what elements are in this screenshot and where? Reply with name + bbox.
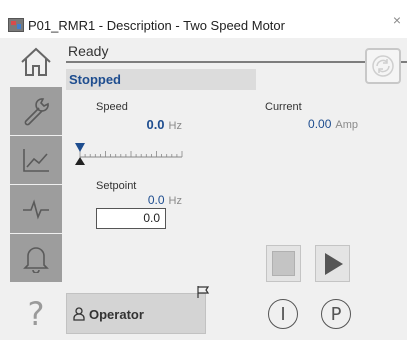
tab-diagnostics[interactable] xyxy=(10,185,62,233)
trend-icon xyxy=(23,149,49,172)
refresh-button[interactable] xyxy=(365,48,401,84)
speed-readout: 0.0 Hz xyxy=(110,117,182,132)
sidebar: ? xyxy=(10,38,62,340)
permissive-icon: P xyxy=(330,303,342,325)
help-icon: ? xyxy=(27,295,45,333)
current-label: Current xyxy=(265,101,302,113)
status-divider xyxy=(66,61,407,63)
speed-label: Speed xyxy=(96,101,128,113)
flag-icon xyxy=(197,286,210,298)
setpoint-readout: 0.0 Hz xyxy=(110,193,182,207)
title-bar: P01_RMR1 - Description - Two Speed Motor… xyxy=(0,0,407,38)
app-icon xyxy=(8,18,24,32)
pulse-icon xyxy=(23,199,49,220)
home-icon xyxy=(21,47,51,76)
tab-home[interactable] xyxy=(10,38,62,86)
close-button[interactable]: × xyxy=(393,12,401,28)
wrench-icon xyxy=(24,98,49,126)
scale-ticks xyxy=(79,151,183,158)
motor-state: Stopped xyxy=(69,72,121,87)
speed-unit: Hz xyxy=(168,120,182,132)
tab-maintenance[interactable] xyxy=(10,87,62,135)
operator-button[interactable]: Operator xyxy=(66,293,206,334)
motor-state-bar: Stopped xyxy=(66,69,256,90)
tab-trends[interactable] xyxy=(10,136,62,184)
play-icon xyxy=(324,252,343,275)
speed-pointer-top xyxy=(75,143,85,152)
tab-alarms[interactable] xyxy=(10,234,62,282)
permissive-button[interactable]: P xyxy=(321,299,351,329)
speed-scale xyxy=(75,143,183,165)
window-title: P01_RMR1 - Description - Two Speed Motor xyxy=(28,18,285,33)
setpoint-label: Setpoint xyxy=(96,180,137,192)
setpoint-unit: Hz xyxy=(168,195,182,207)
current-value: 0.00 xyxy=(308,117,332,131)
setpoint-value: 0.0 xyxy=(147,193,165,207)
interlock-icon: I xyxy=(280,303,286,325)
speed-value: 0.0 xyxy=(146,117,165,132)
operator-label: Operator xyxy=(89,307,144,322)
stop-button[interactable] xyxy=(266,245,301,282)
bell-icon xyxy=(23,247,49,273)
refresh-icon xyxy=(372,55,394,77)
help-button[interactable]: ? xyxy=(10,290,62,338)
setpoint-pointer xyxy=(75,157,85,165)
setpoint-input[interactable]: 0.0 xyxy=(96,208,166,229)
status-text: Ready xyxy=(68,43,109,59)
current-readout: 0.00 Amp xyxy=(270,117,358,131)
interlock-button[interactable]: I xyxy=(268,299,298,329)
person-icon xyxy=(73,307,85,321)
current-unit: Amp xyxy=(335,119,358,131)
stop-icon xyxy=(272,251,295,276)
run-button[interactable] xyxy=(315,245,350,282)
